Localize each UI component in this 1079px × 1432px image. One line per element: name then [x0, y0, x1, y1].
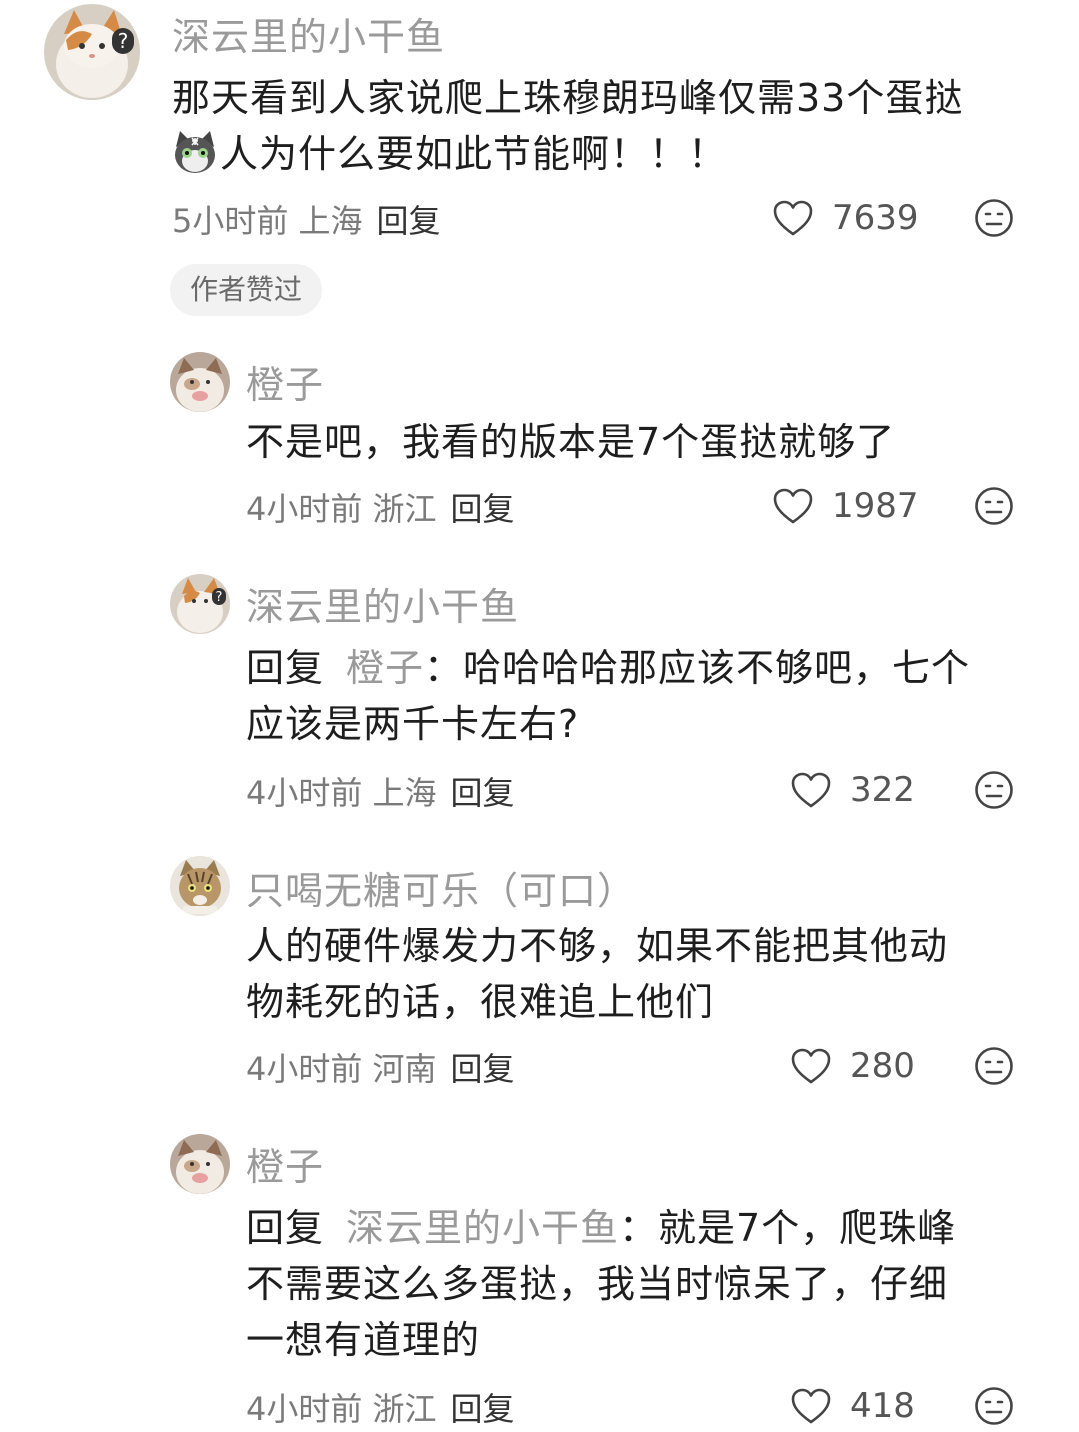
comment-meta: 5小时前 上海 回复 [172, 196, 441, 242]
comment-text-line: 不需要这么多蛋挞，我当时惊呆了，仔细 [246, 1262, 949, 1306]
reply-button[interactable]: 回复 [451, 490, 515, 528]
time-location: 5小时前 上海 [172, 202, 363, 240]
comment-text-line: ：就是7个，爬珠峰 [619, 1206, 957, 1250]
heart-outline-icon [773, 200, 813, 236]
time-location: 4小时前 河南 [246, 1050, 437, 1088]
comment-text-line: 人为什么要如此节能啊！！！ [220, 132, 728, 176]
dislike-button[interactable] [974, 198, 1014, 238]
comment-text: 那天看到人家说爬上珠穆朗玛峰仅需33个蛋挞 人为什么要如此节能啊！！！ [172, 70, 1032, 182]
comment-meta: 4小时前 上海 回复 [246, 768, 515, 814]
svg-text:?: ? [118, 29, 129, 53]
svg-text:?: ? [216, 590, 223, 605]
reply-prefix: 回复 [246, 646, 325, 690]
meh-face-icon [975, 199, 1013, 237]
comment-text: 回复 深云里的小干鱼：就是7个，爬珠峰 不需要这么多蛋挞，我当时惊呆了，仔细 一想… [246, 1200, 1046, 1368]
avatar[interactable] [170, 1134, 230, 1194]
like-count: 322 [850, 770, 915, 810]
heart-outline-icon [791, 1048, 831, 1084]
heart-outline-icon [773, 488, 813, 524]
avatar[interactable]: ? [170, 574, 230, 634]
comment-meta: 4小时前 河南 回复 [246, 1044, 515, 1090]
time-location: 4小时前 上海 [246, 774, 437, 812]
like-button[interactable]: 7639 [772, 196, 919, 240]
comment-author[interactable]: 只喝无糖可乐（可口） [246, 860, 636, 915]
avatar[interactable] [170, 856, 230, 916]
dislike-button[interactable] [974, 1386, 1014, 1426]
heart-outline-icon [791, 772, 831, 808]
comment-text-line: 人的硬件爆发力不够，如果不能把其他动 [246, 924, 949, 968]
comment-text-line: 回复 深云里的小干鱼：就是7个，爬珠峰 [246, 1200, 1046, 1256]
comment-author[interactable]: 深云里的小干鱼 [246, 576, 519, 631]
reply-button[interactable]: 回复 [377, 202, 441, 240]
comment-text-line: 那天看到人家说爬上珠穆朗玛峰仅需33个蛋挞 [172, 76, 964, 120]
comment-meta: 4小时前 浙江 回复 [246, 1384, 515, 1430]
reply-button[interactable]: 回复 [451, 1050, 515, 1088]
comment-text-line: 一想有道理的 [246, 1318, 481, 1362]
like-count: 7639 [832, 198, 919, 238]
time-location: 4小时前 浙江 [246, 1390, 437, 1428]
like-button[interactable]: 418 [790, 1384, 915, 1428]
comment-text-line: 不是吧，我看的版本是7个蛋挞就够了 [246, 420, 896, 464]
time-location: 4小时前 浙江 [246, 490, 437, 528]
reply-button[interactable]: 回复 [451, 1390, 515, 1428]
meh-face-icon [975, 1047, 1013, 1085]
author-liked-badge: 作者赞过 [170, 264, 323, 316]
cat-face-emoji-icon [172, 129, 218, 175]
comment-author[interactable]: 橙子 [246, 354, 324, 409]
like-button[interactable]: 322 [790, 768, 915, 812]
comment-text: 回复 橙子：哈哈哈哈那应该不够吧，七个 应该是两千卡左右? [246, 640, 1046, 752]
comment-text-line: 回复 橙子：哈哈哈哈那应该不够吧，七个 [246, 640, 1046, 696]
comment-text: 人的硬件爆发力不够，如果不能把其他动 物耗死的话，很难追上他们 [246, 918, 1046, 1030]
reply-target-name[interactable]: 橙子 [346, 646, 424, 690]
avatar[interactable]: ? [44, 4, 140, 100]
reply-target-name[interactable]: 深云里的小干鱼 [346, 1206, 619, 1250]
meh-face-icon [975, 1387, 1013, 1425]
reply-prefix: 回复 [246, 1206, 325, 1250]
dislike-button[interactable] [974, 486, 1014, 526]
reply-button[interactable]: 回复 [451, 774, 515, 812]
comment-author[interactable]: 深云里的小干鱼 [172, 6, 445, 61]
comment-text-line: 物耗死的话，很难追上他们 [246, 980, 715, 1024]
comment-text-line: 人为什么要如此节能啊！！！ [172, 126, 1032, 182]
meh-face-icon [975, 771, 1013, 809]
heart-outline-icon [791, 1388, 831, 1424]
dislike-button[interactable] [974, 1046, 1014, 1086]
dislike-button[interactable] [974, 770, 1014, 810]
avatar[interactable] [170, 352, 230, 412]
like-count: 418 [850, 1386, 915, 1426]
comment-text-line: ：哈哈哈哈那应该不够吧，七个 [424, 646, 971, 690]
like-count: 280 [850, 1046, 915, 1086]
like-button[interactable]: 1987 [772, 484, 919, 528]
comment-text: 不是吧，我看的版本是7个蛋挞就够了 [246, 414, 1036, 470]
comment-author[interactable]: 橙子 [246, 1136, 324, 1191]
comment-text-line: 应该是两千卡左右? [246, 702, 580, 746]
meh-face-icon [975, 487, 1013, 525]
like-count: 1987 [832, 486, 919, 526]
comment-meta: 4小时前 浙江 回复 [246, 484, 515, 530]
like-button[interactable]: 280 [790, 1044, 915, 1088]
